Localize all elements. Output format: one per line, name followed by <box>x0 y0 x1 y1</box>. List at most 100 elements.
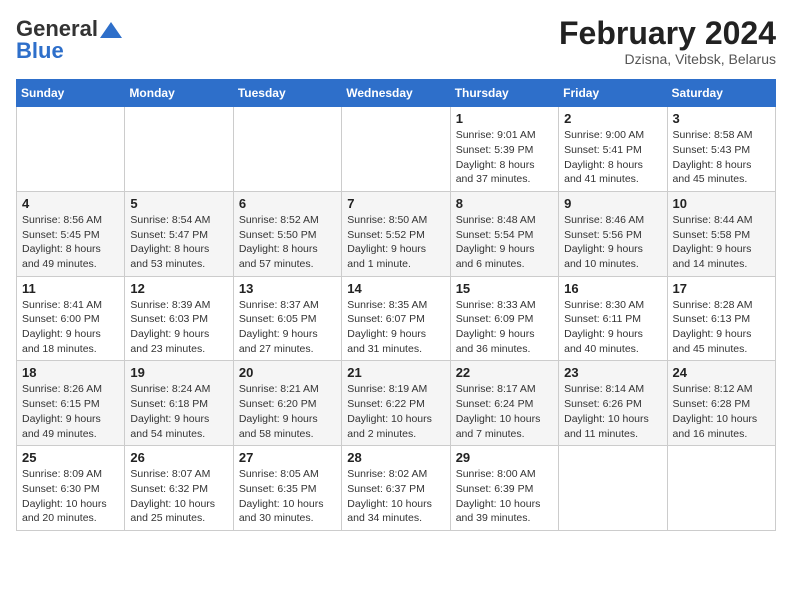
day-info: Sunrise: 8:54 AM Sunset: 5:47 PM Dayligh… <box>130 213 227 272</box>
day-number: 6 <box>239 196 336 211</box>
day-info: Sunrise: 9:01 AM Sunset: 5:39 PM Dayligh… <box>456 128 553 187</box>
day-number: 5 <box>130 196 227 211</box>
day-info: Sunrise: 8:37 AM Sunset: 6:05 PM Dayligh… <box>239 298 336 357</box>
calendar-cell: 1 Sunrise: 9:01 AM Sunset: 5:39 PM Daylig… <box>450 107 558 192</box>
day-number: 20 <box>239 365 336 380</box>
day-info: Sunrise: 8:12 AM Sunset: 6:28 PM Dayligh… <box>673 382 770 441</box>
logo-text-blue: Blue <box>16 38 64 64</box>
day-number: 16 <box>564 281 661 296</box>
calendar-cell <box>667 446 775 531</box>
day-number: 22 <box>456 365 553 380</box>
calendar-week-row: 18 Sunrise: 8:26 AM Sunset: 6:15 PM Dayli… <box>17 361 776 446</box>
day-info: Sunrise: 8:56 AM Sunset: 5:45 PM Dayligh… <box>22 213 119 272</box>
calendar-cell: 13 Sunrise: 8:37 AM Sunset: 6:05 PM Dayli… <box>233 276 341 361</box>
day-info: Sunrise: 8:02 AM Sunset: 6:37 PM Dayligh… <box>347 467 444 526</box>
day-info: Sunrise: 8:41 AM Sunset: 6:00 PM Dayligh… <box>22 298 119 357</box>
day-number: 27 <box>239 450 336 465</box>
day-number: 29 <box>456 450 553 465</box>
calendar-week-row: 4 Sunrise: 8:56 AM Sunset: 5:45 PM Daylig… <box>17 191 776 276</box>
calendar-cell: 16 Sunrise: 8:30 AM Sunset: 6:11 PM Dayli… <box>559 276 667 361</box>
day-number: 17 <box>673 281 770 296</box>
calendar-cell: 9Sunrise: 8:46 AM Sunset: 5:56 PM Daylig… <box>559 191 667 276</box>
calendar-table: SundayMondayTuesdayWednesdayThursdayFrid… <box>16 79 776 531</box>
calendar-cell: 20Sunrise: 8:21 AM Sunset: 6:20 PM Dayli… <box>233 361 341 446</box>
day-number: 8 <box>456 196 553 211</box>
page-header: General Blue February 2024 Dzisna, Viteb… <box>16 16 776 67</box>
calendar-cell: 23Sunrise: 8:14 AM Sunset: 6:26 PM Dayli… <box>559 361 667 446</box>
calendar-cell <box>125 107 233 192</box>
calendar-cell: 5 Sunrise: 8:54 AM Sunset: 5:47 PM Daylig… <box>125 191 233 276</box>
day-info: Sunrise: 8:26 AM Sunset: 6:15 PM Dayligh… <box>22 382 119 441</box>
calendar-cell: 28 Sunrise: 8:02 AM Sunset: 6:37 PM Dayli… <box>342 446 450 531</box>
day-number: 1 <box>456 111 553 126</box>
day-info: Sunrise: 8:39 AM Sunset: 6:03 PM Dayligh… <box>130 298 227 357</box>
logo-icon <box>100 22 122 38</box>
day-number: 25 <box>22 450 119 465</box>
calendar-week-row: 11Sunrise: 8:41 AM Sunset: 6:00 PM Dayli… <box>17 276 776 361</box>
calendar-cell <box>342 107 450 192</box>
day-info: Sunrise: 8:52 AM Sunset: 5:50 PM Dayligh… <box>239 213 336 272</box>
calendar-day-header: Monday <box>125 80 233 107</box>
calendar-cell: 22 Sunrise: 8:17 AM Sunset: 6:24 PM Dayli… <box>450 361 558 446</box>
calendar-cell <box>17 107 125 192</box>
day-info: Sunrise: 8:30 AM Sunset: 6:11 PM Dayligh… <box>564 298 661 357</box>
calendar-day-header: Thursday <box>450 80 558 107</box>
calendar-day-header: Sunday <box>17 80 125 107</box>
day-number: 19 <box>130 365 227 380</box>
calendar-cell: 12 Sunrise: 8:39 AM Sunset: 6:03 PM Dayli… <box>125 276 233 361</box>
calendar-day-header: Wednesday <box>342 80 450 107</box>
calendar-day-header: Saturday <box>667 80 775 107</box>
day-info: Sunrise: 8:09 AM Sunset: 6:30 PM Dayligh… <box>22 467 119 526</box>
calendar-cell: 10 Sunrise: 8:44 AM Sunset: 5:58 PM Dayli… <box>667 191 775 276</box>
day-number: 4 <box>22 196 119 211</box>
calendar-cell: 6 Sunrise: 8:52 AM Sunset: 5:50 PM Daylig… <box>233 191 341 276</box>
day-info: Sunrise: 8:17 AM Sunset: 6:24 PM Dayligh… <box>456 382 553 441</box>
calendar-cell: 7 Sunrise: 8:50 AM Sunset: 5:52 PM Daylig… <box>342 191 450 276</box>
day-number: 12 <box>130 281 227 296</box>
day-number: 28 <box>347 450 444 465</box>
day-number: 7 <box>347 196 444 211</box>
calendar-cell <box>233 107 341 192</box>
day-number: 24 <box>673 365 770 380</box>
day-info: Sunrise: 8:00 AM Sunset: 6:39 PM Dayligh… <box>456 467 553 526</box>
calendar-cell: 19 Sunrise: 8:24 AM Sunset: 6:18 PM Dayli… <box>125 361 233 446</box>
day-info: Sunrise: 8:05 AM Sunset: 6:35 PM Dayligh… <box>239 467 336 526</box>
day-info: Sunrise: 8:44 AM Sunset: 5:58 PM Dayligh… <box>673 213 770 272</box>
day-info: Sunrise: 8:07 AM Sunset: 6:32 PM Dayligh… <box>130 467 227 526</box>
day-info: Sunrise: 8:24 AM Sunset: 6:18 PM Dayligh… <box>130 382 227 441</box>
day-info: Sunrise: 9:00 AM Sunset: 5:41 PM Dayligh… <box>564 128 661 187</box>
calendar-cell: 17 Sunrise: 8:28 AM Sunset: 6:13 PM Dayli… <box>667 276 775 361</box>
day-number: 26 <box>130 450 227 465</box>
day-number: 10 <box>673 196 770 211</box>
day-number: 13 <box>239 281 336 296</box>
day-number: 18 <box>22 365 119 380</box>
page-subtitle: Dzisna, Vitebsk, Belarus <box>559 51 776 67</box>
calendar-cell: 21 Sunrise: 8:19 AM Sunset: 6:22 PM Dayli… <box>342 361 450 446</box>
day-info: Sunrise: 8:50 AM Sunset: 5:52 PM Dayligh… <box>347 213 444 272</box>
title-block: February 2024 Dzisna, Vitebsk, Belarus <box>559 16 776 67</box>
day-number: 9 <box>564 196 661 211</box>
day-number: 3 <box>673 111 770 126</box>
day-info: Sunrise: 8:19 AM Sunset: 6:22 PM Dayligh… <box>347 382 444 441</box>
day-info: Sunrise: 8:35 AM Sunset: 6:07 PM Dayligh… <box>347 298 444 357</box>
calendar-cell: 11Sunrise: 8:41 AM Sunset: 6:00 PM Dayli… <box>17 276 125 361</box>
calendar-day-header: Friday <box>559 80 667 107</box>
day-number: 21 <box>347 365 444 380</box>
calendar-cell: 25 Sunrise: 8:09 AM Sunset: 6:30 PM Dayli… <box>17 446 125 531</box>
day-info: Sunrise: 8:48 AM Sunset: 5:54 PM Dayligh… <box>456 213 553 272</box>
page-title: February 2024 <box>559 16 776 51</box>
calendar-cell: 4 Sunrise: 8:56 AM Sunset: 5:45 PM Daylig… <box>17 191 125 276</box>
day-info: Sunrise: 8:33 AM Sunset: 6:09 PM Dayligh… <box>456 298 553 357</box>
calendar-cell: 24 Sunrise: 8:12 AM Sunset: 6:28 PM Dayli… <box>667 361 775 446</box>
calendar-cell: 3 Sunrise: 8:58 AM Sunset: 5:43 PM Daylig… <box>667 107 775 192</box>
calendar-cell: 26 Sunrise: 8:07 AM Sunset: 6:32 PM Dayli… <box>125 446 233 531</box>
day-info: Sunrise: 8:28 AM Sunset: 6:13 PM Dayligh… <box>673 298 770 357</box>
calendar-header: SundayMondayTuesdayWednesdayThursdayFrid… <box>17 80 776 107</box>
calendar-week-row: 1 Sunrise: 9:01 AM Sunset: 5:39 PM Daylig… <box>17 107 776 192</box>
day-number: 2 <box>564 111 661 126</box>
calendar-cell: 27 Sunrise: 8:05 AM Sunset: 6:35 PM Dayli… <box>233 446 341 531</box>
calendar-cell: 2 Sunrise: 9:00 AM Sunset: 5:41 PM Daylig… <box>559 107 667 192</box>
calendar-day-header: Tuesday <box>233 80 341 107</box>
calendar-cell <box>559 446 667 531</box>
day-info: Sunrise: 8:58 AM Sunset: 5:43 PM Dayligh… <box>673 128 770 187</box>
